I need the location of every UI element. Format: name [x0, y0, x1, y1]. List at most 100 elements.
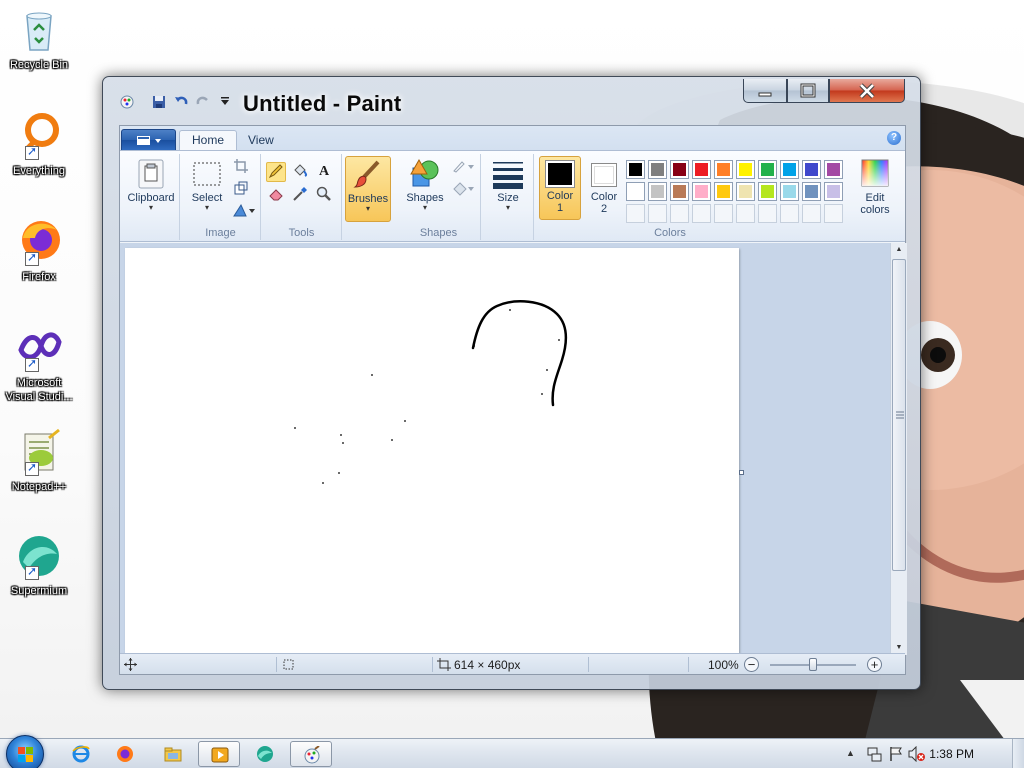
maximize-button[interactable] [787, 79, 829, 103]
taskbar-file-explorer[interactable] [152, 741, 194, 767]
network-icon[interactable] [866, 746, 882, 762]
fill-icon[interactable] [290, 162, 310, 182]
paint-menu-button[interactable] [121, 129, 176, 150]
desktop-icon-everything[interactable]: Everything [2, 112, 76, 178]
zoom-in-button[interactable]: + [867, 657, 882, 672]
palette-swatch-empty[interactable] [648, 204, 667, 223]
eraser-icon[interactable] [266, 186, 286, 206]
palette-swatch[interactable] [824, 182, 843, 201]
zoom-out-button[interactable]: − [744, 657, 759, 672]
palette-swatch[interactable] [736, 160, 755, 179]
desktop-icon-supermium[interactable]: Supermium [2, 532, 76, 598]
palette-swatch[interactable] [824, 160, 843, 179]
desktop-icon-recycle-bin[interactable]: Recycle Bin [2, 6, 76, 72]
palette-swatch[interactable] [714, 182, 733, 201]
rotate-icon[interactable] [231, 202, 257, 222]
minimize-button[interactable] [743, 79, 787, 103]
vertical-scrollbar[interactable]: ▲ ▼ [890, 243, 907, 655]
close-button[interactable] [829, 79, 905, 103]
file-explorer-icon [164, 747, 182, 762]
swatch-color [805, 163, 818, 176]
palette-swatch-empty[interactable] [714, 204, 733, 223]
swatch-color [695, 163, 708, 176]
size-button[interactable]: Size ▾ [486, 156, 530, 212]
drawing-canvas[interactable] [125, 248, 739, 655]
palette-swatch[interactable] [670, 160, 689, 179]
shortcut-arrow-icon [25, 460, 39, 476]
taskbar-paint[interactable] [290, 741, 332, 767]
action-center-flag-icon[interactable] [888, 746, 904, 762]
palette-swatch-empty[interactable] [758, 204, 777, 223]
palette-swatch[interactable] [692, 160, 711, 179]
resize-icon[interactable] [231, 180, 251, 200]
volume-muted-icon[interactable] [908, 746, 926, 762]
brushes-button[interactable]: Brushes ▾ [345, 156, 391, 222]
palette-swatch[interactable] [758, 160, 777, 179]
palette-swatch[interactable] [648, 160, 667, 179]
palette-swatch[interactable] [648, 182, 667, 201]
scroll-up-icon[interactable]: ▲ [891, 243, 907, 257]
help-icon[interactable]: ? [887, 131, 901, 145]
scrollbar-thumb[interactable] [892, 259, 906, 571]
palette-swatch-empty[interactable] [824, 204, 843, 223]
palette-swatch[interactable] [670, 182, 689, 201]
canvas-resize-handle[interactable] [739, 470, 744, 475]
title-bar[interactable]: Untitled - Paint [103, 77, 920, 125]
palette-swatch[interactable] [626, 182, 645, 201]
palette-swatch[interactable] [780, 182, 799, 201]
palette-swatch[interactable] [802, 160, 821, 179]
desktop-icon-visual-studio[interactable]: Microsoft Visual Studi... [2, 324, 76, 404]
paint-app-icon[interactable] [119, 94, 135, 110]
status-bar: 614 × 460px 100% − + [120, 653, 905, 674]
palette-swatch[interactable] [780, 160, 799, 179]
color1-index: 1 [556, 202, 564, 214]
clock[interactable]: 1:38 PM [929, 747, 974, 761]
magnifier-icon[interactable] [314, 186, 334, 206]
color2-button[interactable]: Color 2 [584, 156, 624, 215]
redo-icon[interactable] [195, 94, 211, 110]
edit-colors-button[interactable]: Edit colors [853, 156, 897, 216]
desktop-icon-firefox[interactable]: Firefox [2, 218, 76, 284]
palette-swatch-empty[interactable] [692, 204, 711, 223]
pencil-icon[interactable] [266, 162, 286, 182]
palette-swatch-empty[interactable] [626, 204, 645, 223]
palette-swatch[interactable] [714, 160, 733, 179]
text-tool-icon[interactable]: A [314, 162, 334, 182]
taskbar-internet-explorer[interactable] [60, 741, 102, 767]
fill-style-icon[interactable] [451, 180, 477, 200]
palette-swatch[interactable] [692, 182, 711, 201]
taskbar-media-player[interactable] [198, 741, 240, 767]
desktop-icon-notepad-plus-plus[interactable]: Notepad++ [2, 428, 76, 494]
palette-swatch[interactable] [802, 182, 821, 201]
zoom-level: 100% [708, 658, 739, 672]
crop-icon[interactable] [231, 158, 251, 178]
ribbon-tab-strip: Home View ? [120, 126, 905, 151]
color2-fill [594, 166, 614, 184]
select-button[interactable]: Select ▾ [185, 156, 229, 212]
customize-toolbar-icon[interactable] [217, 94, 233, 110]
outline-icon[interactable] [451, 158, 477, 178]
tab-home[interactable]: Home [179, 130, 238, 151]
palette-swatch[interactable] [736, 182, 755, 201]
palette-swatch[interactable] [626, 160, 645, 179]
save-icon[interactable] [151, 94, 167, 110]
taskbar-supermium[interactable] [244, 741, 286, 767]
palette-swatch-empty[interactable] [670, 204, 689, 223]
color-picker-icon[interactable] [290, 186, 310, 206]
zoom-slider-thumb[interactable] [809, 658, 817, 671]
taskbar-firefox[interactable] [104, 741, 146, 767]
show-desktop-button[interactable] [1012, 739, 1024, 768]
start-button[interactable] [6, 735, 44, 768]
cursor-position-icon [124, 658, 137, 671]
show-hidden-icons-icon[interactable]: ▲ [846, 748, 855, 758]
clipboard-button[interactable]: Clipboard ▾ [125, 156, 177, 212]
palette-swatch-empty[interactable] [802, 204, 821, 223]
palette-swatch-empty[interactable] [736, 204, 755, 223]
tab-view[interactable]: View [236, 131, 286, 150]
canvas-drawing [294, 300, 568, 484]
color1-button[interactable]: Color 1 [539, 156, 581, 220]
palette-swatch[interactable] [758, 182, 777, 201]
shapes-button[interactable]: Shapes ▾ [401, 156, 449, 212]
palette-swatch-empty[interactable] [780, 204, 799, 223]
undo-icon[interactable] [173, 94, 189, 110]
